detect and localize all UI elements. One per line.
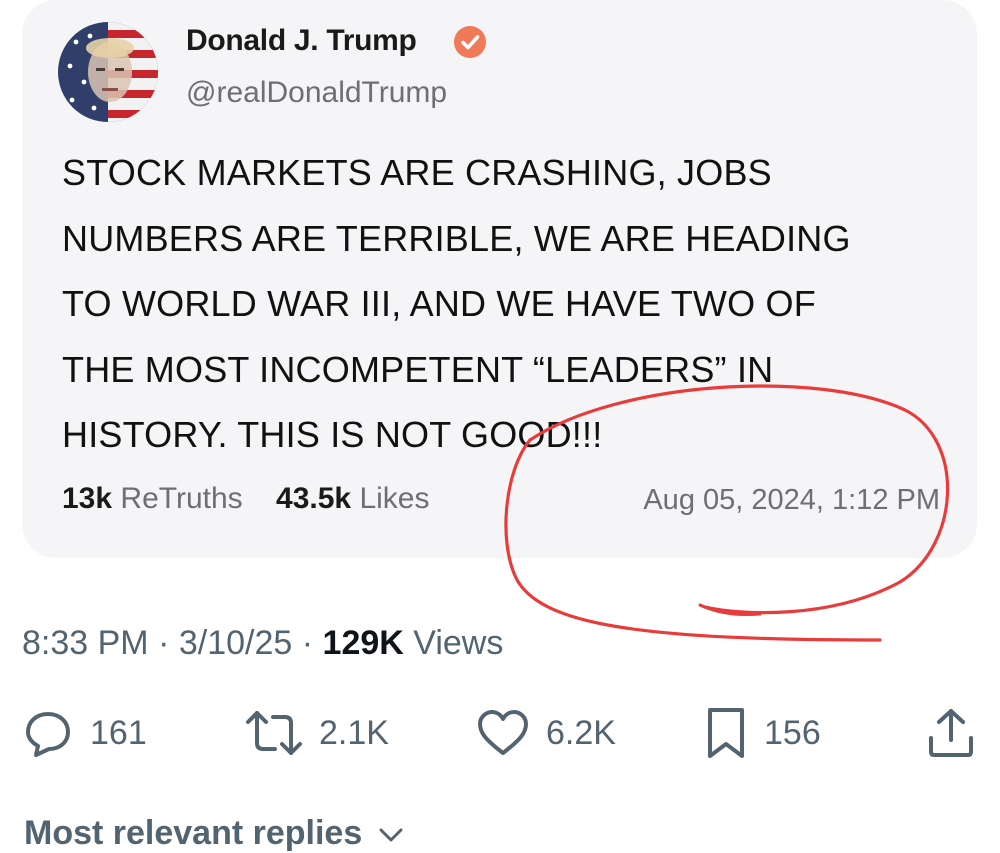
views-count: 129K xyxy=(322,624,404,662)
post-likes-count: 43.5k xyxy=(276,482,352,515)
retruths-label: ReTruths xyxy=(120,482,243,515)
bookmark-icon xyxy=(708,708,744,758)
replies-sort-dropdown[interactable]: Most relevant replies xyxy=(24,814,404,853)
repost-count: 2.1K xyxy=(319,713,389,752)
tweet-meta: 8:33 PM · 3/10/25 · 129K Views xyxy=(22,624,503,663)
views-label: Views xyxy=(413,624,504,662)
bookmark-count: 156 xyxy=(764,713,821,752)
post-text-line: TO WORLD WAR III, AND WE HAVE TWO OF xyxy=(62,283,816,324)
chevron-down-icon xyxy=(379,828,403,842)
post-text-line: STOCK MARKETS ARE CRASHING, JOBS xyxy=(62,152,772,193)
action-bar: 161 2.1K 6.2K 156 xyxy=(0,700,1000,770)
bookmark-button[interactable]: 156 xyxy=(704,700,821,766)
post-text: STOCK MARKETS ARE CRASHING, JOBS NUMBERS… xyxy=(62,140,962,468)
post-likes-label: Likes xyxy=(359,482,430,515)
post-date: Aug 05, 2024, 1:12 PM xyxy=(643,484,940,516)
like-button[interactable]: 6.2K xyxy=(476,700,616,766)
heart-icon xyxy=(478,710,528,755)
tweet-time[interactable]: 8:33 PM xyxy=(22,624,149,662)
like-count: 6.2K xyxy=(546,713,616,752)
author-handle[interactable]: @realDonaldTrump xyxy=(186,76,447,110)
post-text-line: NUMBERS ARE TERRIBLE, WE ARE HEADING xyxy=(62,217,851,259)
reply-button[interactable]: 161 xyxy=(22,700,147,766)
author-name[interactable]: Donald J. Trump xyxy=(186,24,417,58)
reply-count: 161 xyxy=(90,713,147,752)
repost-button[interactable]: 2.1K xyxy=(245,700,389,766)
replies-sort-label: Most relevant replies xyxy=(24,814,363,852)
avatar[interactable] xyxy=(58,22,158,122)
share-button[interactable] xyxy=(926,700,976,766)
post-stats: 13k ReTruths 43.5k Likes xyxy=(62,482,429,516)
verified-badge-icon xyxy=(454,26,486,58)
meta-separator: · xyxy=(158,624,170,662)
retruths-count: 13k xyxy=(62,482,113,515)
repost-icon xyxy=(246,711,302,755)
meta-separator: · xyxy=(301,624,314,662)
avatar-image xyxy=(58,22,158,122)
post-text-line: HISTORY. THIS IS NOT GOOD!!! xyxy=(62,414,603,455)
post-text-line: THE MOST INCOMPETENT “LEADERS” IN xyxy=(62,348,774,390)
share-icon xyxy=(929,709,973,757)
comment-icon xyxy=(26,712,70,757)
tweet-date[interactable]: 3/10/25 xyxy=(179,624,292,662)
